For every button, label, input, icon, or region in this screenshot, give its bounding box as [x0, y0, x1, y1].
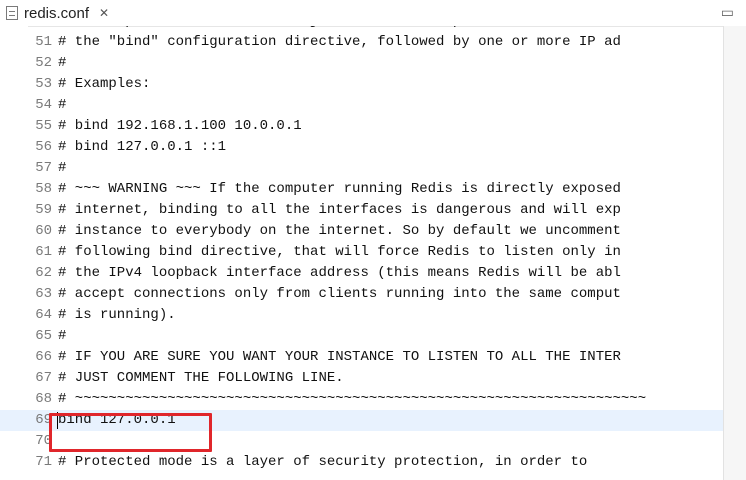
line-number: 53: [35, 76, 52, 92]
line-number: 61: [35, 244, 52, 260]
code-text[interactable]: # the "bind" configuration directive, fo…: [58, 32, 621, 53]
tab-redis-conf[interactable]: redis.conf ✕: [0, 0, 119, 26]
code-line[interactable]: 52 #: [0, 53, 724, 74]
line-number: 68: [35, 391, 52, 407]
restore-icon[interactable]: ▭: [721, 4, 734, 21]
code-line[interactable]: 63 # accept connections only from clients…: [0, 284, 724, 305]
code-text[interactable]: #: [58, 53, 66, 74]
editor-tab-bar: redis.conf ✕ ▭: [0, 0, 746, 27]
code-line[interactable]: 67 # JUST COMMENT THE FOLLOWING LINE.: [0, 368, 724, 389]
code-line[interactable]: 56 # bind 127.0.0.1 ::1: [0, 137, 724, 158]
code-line[interactable]: 65 #: [0, 326, 724, 347]
code-text[interactable]: # Protected mode is a layer of security …: [58, 452, 587, 473]
code-line[interactable]: 62 # the IPv4 loopback interface address …: [0, 263, 724, 284]
code-line[interactable]: 58 # ~~~ WARNING ~~~ If the computer runn…: [0, 179, 724, 200]
vertical-scrollbar[interactable]: [723, 26, 746, 480]
line-number: 64: [35, 307, 52, 323]
code-line[interactable]: 55 # bind 192.168.1.100 10.0.0.1: [0, 116, 724, 137]
code-line[interactable]: 60 # instance to everybody on the interne…: [0, 221, 724, 242]
code-line[interactable]: 51 # the "bind" configuration directive, …: [0, 32, 724, 53]
code-text[interactable]: # bind 192.168.1.100 10.0.0.1: [58, 116, 302, 137]
code-text[interactable]: # accept connections only from clients r…: [58, 284, 621, 305]
code-line[interactable]: 66 # IF YOU ARE SURE YOU WANT YOUR INSTAN…: [0, 347, 724, 368]
line-number: 60: [35, 223, 52, 239]
code-text[interactable]: # JUST COMMENT THE FOLLOWING LINE.: [58, 368, 344, 389]
code-text[interactable]: # instance to everybody on the internet.…: [58, 221, 621, 242]
code-line[interactable]: 54 #: [0, 95, 724, 116]
text-editor[interactable]: 50# It is possible to listen to just one…: [0, 26, 724, 480]
code-text[interactable]: #: [58, 158, 66, 179]
code-line[interactable]: 57 #: [0, 158, 724, 179]
code-text[interactable]: # ~~~~~~~~~~~~~~~~~~~~~~~~~~~~~~~~~~~~~~…: [58, 389, 646, 410]
code-line[interactable]: 68 # ~~~~~~~~~~~~~~~~~~~~~~~~~~~~~~~~~~~~…: [0, 389, 724, 410]
code-text[interactable]: # Examples:: [58, 74, 150, 95]
line-number: 51: [35, 34, 52, 50]
code-text[interactable]: # IF YOU ARE SURE YOU WANT YOUR INSTANCE…: [58, 347, 621, 368]
line-number: 63: [35, 286, 52, 302]
code-text[interactable]: # ~~~ WARNING ~~~ If the computer runnin…: [58, 179, 621, 200]
line-number: 54: [35, 97, 52, 113]
line-number: 56: [35, 139, 52, 155]
code-text[interactable]: # the IPv4 loopback interface address (t…: [58, 263, 621, 284]
code-text[interactable]: #: [58, 95, 66, 116]
line-number: 66: [35, 349, 52, 365]
code-line[interactable]: 61 # following bind directive, that will …: [0, 242, 724, 263]
highlight-box: [49, 413, 212, 452]
code-text[interactable]: #: [58, 326, 66, 347]
line-number: 55: [35, 118, 52, 134]
line-number: 67: [35, 370, 52, 386]
line-number: 65: [35, 328, 52, 344]
tab-title: redis.conf: [24, 4, 90, 22]
code-text[interactable]: # internet, binding to all the interface…: [58, 200, 621, 221]
line-number: 58: [35, 181, 52, 197]
line-number: 59: [35, 202, 52, 218]
file-icon: [6, 6, 18, 20]
code-line[interactable]: 71 # Protected mode is a layer of securit…: [0, 452, 724, 473]
code-line[interactable]: 64 # is running).: [0, 305, 724, 326]
line-number: 71: [35, 454, 52, 470]
code-text[interactable]: # is running).: [58, 305, 176, 326]
code-text[interactable]: # bind 127.0.0.1 ::1: [58, 137, 226, 158]
code-text[interactable]: # following bind directive, that will fo…: [58, 242, 621, 263]
line-number: 62: [35, 265, 52, 281]
line-number: 57: [35, 160, 52, 176]
code-line[interactable]: 59 # internet, binding to all the interfa…: [0, 200, 724, 221]
code-line[interactable]: 53 # Examples:: [0, 74, 724, 95]
line-number: 52: [35, 55, 52, 71]
close-icon[interactable]: ✕: [99, 6, 109, 20]
